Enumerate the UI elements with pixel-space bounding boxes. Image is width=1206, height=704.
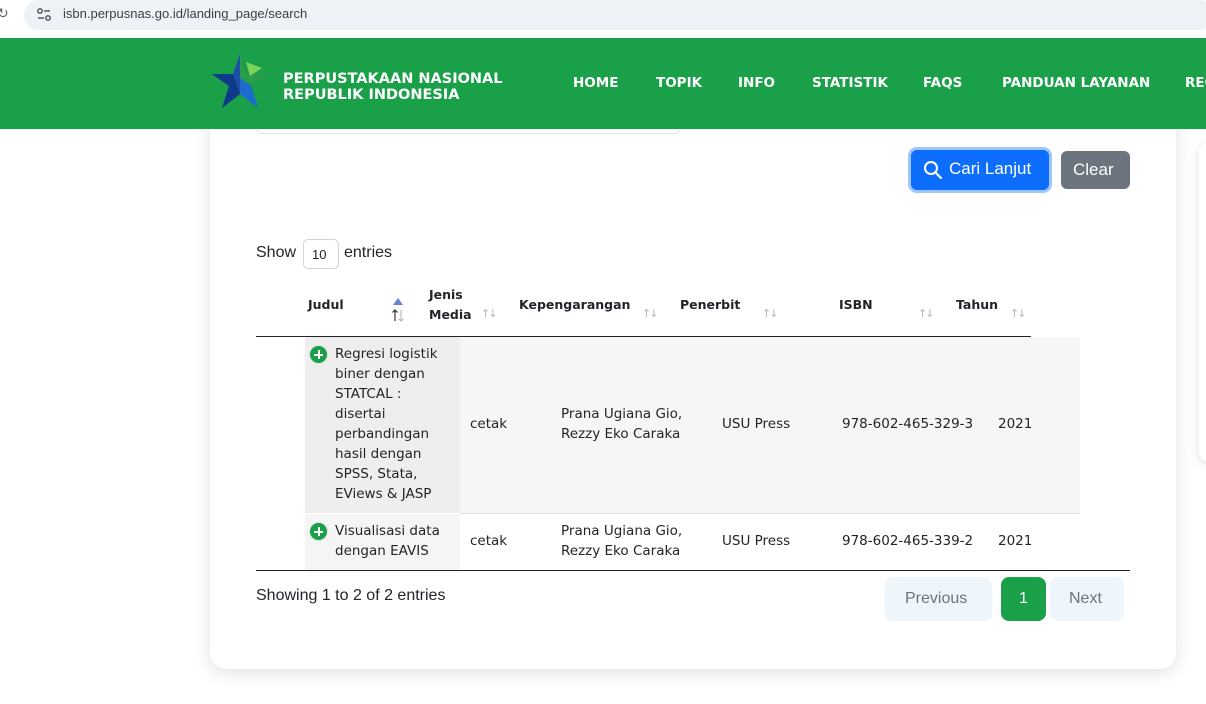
sort-isbn-icon[interactable]: ↑↓ (918, 307, 935, 320)
sort-tahun-icon[interactable]: ↑↓ (1010, 307, 1027, 320)
col-penerbit[interactable]: Penerbit (680, 295, 740, 315)
judul-line: disertai (335, 406, 386, 422)
nav-home[interactable]: HOME (573, 75, 618, 91)
nav-register[interactable]: REG (1185, 75, 1206, 91)
author-line: Prana Ugiana Gio, (561, 406, 683, 422)
pagination-next[interactable]: Next (1050, 577, 1124, 621)
judul-line: Regresi logistik (335, 346, 438, 362)
cell-media: cetak (470, 533, 508, 549)
browser-address-bar: ↻ isbn.perpusnas.go.id/landing_page/sear… (0, 0, 1206, 30)
sort-penerbit-icon[interactable]: ↑↓ (762, 307, 779, 320)
judul-line: SPSS, Stata, (335, 466, 418, 482)
page-number: 1 (1019, 590, 1028, 607)
cell-isbn: 978-602-465-329-3 (842, 416, 974, 432)
next-label: Next (1069, 590, 1102, 607)
col-jenis-media-line2: Media (429, 307, 472, 322)
author-line: Rezzy Eko Caraka (561, 543, 681, 559)
entries-length-select[interactable]: 10 (303, 239, 339, 269)
col-jenis-media[interactable]: Jenis Media (429, 285, 472, 325)
brand-line-2: REPUBLIK INDONESIA (283, 87, 460, 103)
cell-isbn: 978-602-465-339-2 (842, 533, 974, 549)
col-kepengarangan[interactable]: Kepengarangan (519, 295, 630, 315)
judul-line: dengan EAVIS (335, 543, 429, 559)
site-settings-icon[interactable] (35, 6, 53, 24)
entries-label: entries (344, 244, 393, 261)
side-panel (1199, 142, 1206, 462)
judul-line: Visualisasi data (335, 523, 440, 539)
url-text[interactable]: isbn.perpusnas.go.id/landing_page/search (63, 6, 307, 21)
table-info: Showing 1 to 2 of 2 entries (256, 587, 446, 604)
expand-row-icon[interactable] (310, 523, 327, 540)
author-line: Rezzy Eko Caraka (561, 426, 681, 442)
search-icon (924, 161, 943, 180)
nav-faqs[interactable]: FAQS (923, 75, 962, 91)
cell-authors: Prana Ugiana Gio, Rezzy Eko Caraka (561, 521, 682, 561)
table-footer-divider (256, 570, 1130, 571)
reload-icon[interactable]: ↻ (0, 6, 9, 22)
top-navbar: PERPUSTAKAAN NASIONAL REPUBLIK INDONESIA… (0, 38, 1206, 129)
clear-button[interactable]: Clear (1061, 151, 1130, 189)
sort-kepengarangan-icon[interactable]: ↑↓ (642, 307, 659, 320)
cell-publisher: USU Press (722, 533, 791, 549)
author-line: Prana Ugiana Gio, (561, 523, 683, 539)
clear-label: Clear (1073, 160, 1114, 179)
col-jenis-media-line1: Jenis (429, 287, 463, 302)
cell-year: 2021 (998, 416, 1033, 432)
pagination-previous[interactable]: Previous (885, 577, 992, 621)
col-tahun[interactable]: Tahun (956, 295, 998, 315)
judul-line: biner dengan (335, 366, 425, 382)
cell-authors: Prana Ugiana Gio, Rezzy Eko Caraka (561, 404, 682, 444)
nav-info[interactable]: INFO (738, 75, 775, 91)
row-divider (460, 513, 1080, 514)
nav-topik[interactable]: TOPIK (656, 75, 702, 91)
advanced-search-button[interactable]: Cari Lanjut (911, 150, 1049, 190)
sort-media-icon[interactable]: ↑↓ (481, 307, 498, 320)
previous-label: Previous (905, 590, 968, 607)
cell-media: cetak (470, 416, 508, 432)
cell-judul: Regresi logistik biner dengan STATCAL : … (335, 344, 438, 504)
judul-line: EViews & JASP (335, 486, 432, 502)
sort-judul-icon[interactable] (391, 297, 405, 323)
advanced-search-label: Cari Lanjut (949, 159, 1032, 178)
judul-line: hasil dengan (335, 446, 422, 462)
expand-row-icon[interactable] (310, 346, 327, 363)
cell-publisher: USU Press (722, 416, 791, 432)
nav-statistik[interactable]: STATISTIK (812, 75, 888, 91)
nav-panduan-layanan[interactable]: PANDUAN LAYANAN (1002, 75, 1150, 91)
cell-judul: Visualisasi data dengan EAVIS (335, 521, 440, 561)
brand-line-1: PERPUSTAKAAN NASIONAL (283, 71, 503, 87)
col-isbn[interactable]: ISBN (839, 295, 873, 315)
cell-year: 2021 (998, 533, 1033, 549)
show-label: Show (256, 244, 297, 261)
judul-line: perbandingan (335, 426, 430, 442)
brand-name: PERPUSTAKAAN NASIONAL REPUBLIK INDONESIA (283, 71, 503, 103)
col-judul[interactable]: Judul (308, 295, 344, 315)
pagination-page-1[interactable]: 1 (1001, 577, 1046, 621)
perpusnas-logo (212, 54, 268, 108)
judul-line: STATCAL : (335, 386, 402, 402)
